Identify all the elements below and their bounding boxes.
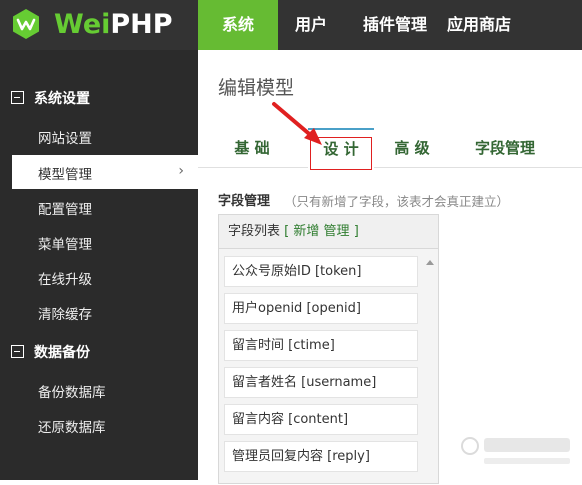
field-management-label: 字段管理 (218, 190, 270, 209)
add-field-link[interactable]: 新增 (293, 224, 319, 239)
list-item[interactable]: 留言内容 [content] (224, 404, 418, 435)
tab-bar: 基 础 设 计 高 级 字段管理 (198, 128, 582, 168)
sidebar-item-site-settings[interactable]: 网站设置 (0, 119, 198, 153)
scrollbar[interactable] (424, 250, 436, 485)
page-title: 编辑模型 (218, 73, 294, 100)
field-list-panel: 字段列表 [ 新增 管理 ] 公众号原始ID [token] 用户openid … (218, 214, 439, 484)
tab-advanced[interactable]: 高 级 (382, 128, 442, 168)
sidebar-item-restore-database[interactable]: 还原数据库 (0, 408, 198, 442)
field-list-header: 字段列表 [ 新增 管理 ] (219, 215, 438, 249)
topnav-users[interactable]: 用户 (284, 0, 338, 50)
sidebar-item-menu-management[interactable]: 菜单管理 (0, 225, 198, 259)
list-item[interactable]: 留言者姓名 [username] (224, 367, 418, 398)
chevron-right-icon: › (178, 163, 184, 179)
sidebar-item-config-management[interactable]: 配置管理 (0, 190, 198, 224)
top-nav: 系统 用户 插件管理 应用商店 (198, 0, 520, 50)
watermark-icon (456, 430, 576, 474)
list-item[interactable]: 留言时间 [ctime] (224, 330, 418, 361)
sidebar-item-clear-cache[interactable]: 清除缓存 (0, 295, 198, 329)
list-item[interactable]: 用户openid [openid] (224, 293, 418, 324)
tab-field-management[interactable]: 字段管理 (460, 128, 550, 168)
sidebar-item-model-management[interactable]: 模型管理 › (12, 155, 198, 189)
top-bar: WeiPHP 系统 用户 插件管理 应用商店 (0, 0, 582, 50)
list-item[interactable]: 公众号原始ID [token] (224, 256, 418, 287)
collapse-box-icon[interactable] (11, 91, 24, 104)
list-item[interactable]: 管理员回复内容 [reply] (224, 441, 418, 472)
topnav-app-store[interactable]: 应用商店 (438, 0, 520, 50)
field-management-note: （只有新增了字段，该表才会真正建立） (284, 191, 509, 210)
annotation-highlight-box (310, 137, 372, 170)
sidebar-item-online-upgrade[interactable]: 在线升级 (0, 260, 198, 294)
field-list: 公众号原始ID [token] 用户openid [openid] 留言时间 [… (219, 250, 440, 485)
topnav-system[interactable]: 系统 (198, 0, 278, 50)
brand-name: WeiPHP (54, 9, 173, 40)
sidebar-section-system-settings[interactable]: 系统设置 (0, 83, 198, 113)
scroll-up-arrow-icon[interactable] (426, 260, 434, 265)
weiphp-badge-icon (10, 8, 42, 40)
sidebar-section-data-backup[interactable]: 数据备份 (0, 337, 198, 367)
collapse-box-icon[interactable] (11, 345, 24, 358)
manage-fields-link[interactable]: 管理 (324, 224, 350, 239)
sidebar-item-backup-database[interactable]: 备份数据库 (0, 373, 198, 407)
main-content: 编辑模型 基 础 设 计 高 级 字段管理 字段管理 （只有新增了字段，该表才会… (198, 50, 582, 480)
sidebar: 系统设置 网站设置 模型管理 › 配置管理 菜单管理 在线升级 清除缓存 数据备… (0, 50, 198, 480)
topnav-plugins[interactable]: 插件管理 (352, 0, 438, 50)
brand-logo[interactable]: WeiPHP (0, 0, 198, 50)
